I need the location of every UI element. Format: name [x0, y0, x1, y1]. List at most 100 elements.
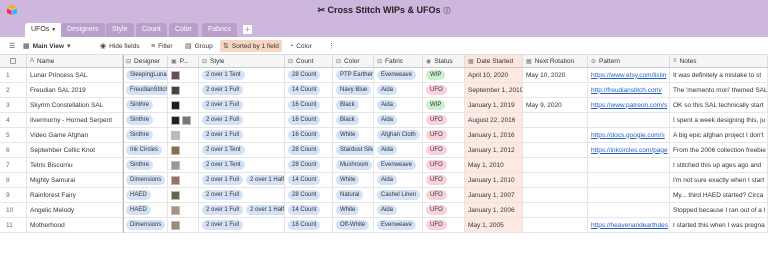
cell-styles[interactable]: 2 over 1 Full — [199, 188, 285, 202]
cell-thumbs[interactable] — [168, 128, 199, 142]
linked-record-chip[interactable]: Navy Blue — [336, 85, 372, 95]
cell-num[interactable]: 3 — [0, 98, 27, 112]
cell-status[interactable]: UFO — [423, 128, 465, 142]
cell-status[interactable]: UFO — [423, 143, 465, 157]
cell-pattern[interactable]: https://heavenandearthdes — [588, 218, 670, 232]
cell-status[interactable]: WIP — [423, 98, 465, 112]
cell-status[interactable]: UFO — [423, 203, 465, 217]
cell-notes[interactable]: I spent a week designing this, ju — [670, 113, 768, 127]
cell-fabric[interactable]: Afghan Cloth — [374, 128, 423, 142]
cell-designer[interactable]: HAED — [123, 203, 168, 217]
cell-pattern[interactable]: http://freudianstitch.com/ — [588, 83, 670, 97]
linked-record-chip[interactable]: 2 over 1 Half — [246, 205, 284, 215]
linked-record-chip[interactable]: Afghan Cloth — [377, 130, 420, 140]
pattern-thumbnail[interactable] — [171, 175, 180, 185]
cell-status[interactable]: UFO — [423, 218, 465, 232]
linked-record-chip[interactable]: Evenweave — [377, 220, 417, 230]
tab-count[interactable]: Count — [136, 23, 167, 37]
linked-record-chip[interactable]: Dimensions — [126, 175, 166, 185]
linked-record-chip[interactable]: Aida — [377, 205, 398, 215]
cell-num[interactable]: 2 — [0, 83, 27, 97]
cell-thumbs[interactable] — [168, 218, 199, 232]
cell-num[interactable]: 4 — [0, 113, 27, 127]
table-row[interactable]: 4 Ilvermorny - Horned Serpent Sinthre 2 ove… — [0, 113, 768, 128]
cell-num[interactable]: 11 — [0, 218, 27, 232]
linked-record-chip[interactable]: 28 Count — [288, 190, 321, 200]
pattern-thumbnail[interactable] — [171, 100, 180, 110]
cell-num[interactable]: 7 — [0, 158, 27, 172]
cell-fabric[interactable]: Evenweave — [374, 68, 423, 82]
linked-record-chip[interactable]: 2 over 1 Full — [202, 115, 244, 125]
cell-status[interactable]: UFO — [423, 173, 465, 187]
linked-record-chip[interactable]: 2 over 1 Full — [202, 220, 244, 230]
cell-count[interactable]: 28 Count — [285, 158, 333, 172]
cell-status[interactable]: UFO — [423, 113, 465, 127]
cell-color[interactable]: Black — [333, 98, 374, 112]
cell-styles[interactable]: 2 over 1 Tent — [199, 158, 285, 172]
pattern-thumbnail[interactable] — [171, 190, 180, 200]
linked-record-chip[interactable]: 2 over 1 Tent — [202, 160, 245, 170]
linked-record-chip[interactable]: 18 Count — [288, 220, 321, 230]
column-header-pattern-image[interactable]: ▣ P... — [168, 55, 199, 67]
cell-notes[interactable]: I stitched this up ages ago and — [670, 158, 768, 172]
cell-name[interactable]: Motherhood — [27, 218, 123, 232]
cell-color[interactable]: Stardust Silver — [333, 143, 374, 157]
table-row[interactable]: 2 Freudian SAL 2019 FreudianStitch 2 over 1… — [0, 83, 768, 98]
cell-designer[interactable]: HAED — [123, 188, 168, 202]
linked-record-chip[interactable]: Dimensions — [126, 220, 166, 230]
color-button[interactable]: ◔ Color — [286, 40, 315, 52]
cell-date[interactable]: January 1, 2019 — [465, 98, 523, 112]
cell-date[interactable]: January 1, 2012 — [465, 143, 523, 157]
cell-notes[interactable]: Stopped because I ran out of a l — [670, 203, 768, 217]
cell-fabric[interactable]: Evenweave — [374, 158, 423, 172]
pattern-link[interactable]: https://www.patreon.com/s — [591, 102, 667, 109]
column-header-date-started[interactable]: ▦ Date Started — [465, 55, 523, 67]
sidebar-toggle-icon[interactable]: ☰ — [6, 40, 21, 52]
cell-styles[interactable]: 2 over 1 Full — [199, 218, 285, 232]
table-row[interactable]: 1 Lunar Princess SAL SleepingLunaDe 2 over … — [0, 68, 768, 83]
cell-date[interactable]: August 22, 2016 — [465, 113, 523, 127]
add-table-icon[interactable]: + — [243, 25, 252, 34]
cell-name[interactable]: Mighty Samurai — [27, 173, 123, 187]
base-title[interactable]: ✂ Cross Stitch WIPs & UFOs ⓘ — [0, 5, 768, 16]
linked-record-chip[interactable]: Aida — [377, 115, 398, 125]
table-row[interactable]: 8 Mighty Samurai Dimensions 2 over 1 Full 2 … — [0, 173, 768, 188]
linked-record-chip[interactable]: Aida — [377, 145, 398, 155]
linked-record-chip[interactable]: 2 over 1 Full — [202, 100, 244, 110]
cell-designer[interactable]: FreudianStitch — [123, 83, 168, 97]
cell-pattern[interactable]: https://inkcircles.com/page — [588, 143, 670, 157]
cell-num[interactable]: 1 — [0, 68, 27, 82]
column-header-count[interactable]: ⊟ Count — [285, 55, 333, 67]
linked-record-chip[interactable]: Evenweave — [377, 160, 417, 170]
cell-name[interactable]: Ilvermorny - Horned Serpent — [27, 113, 123, 127]
cell-date[interactable]: April 10, 2020 — [465, 68, 523, 82]
cell-notes[interactable]: I started this when I was pregna — [670, 218, 768, 232]
tab-fabrics[interactable]: Fabrics — [202, 23, 237, 37]
cell-fabric[interactable]: Aida — [374, 83, 423, 97]
linked-record-chip[interactable]: Mushroom — [336, 160, 373, 170]
linked-record-chip[interactable]: Sinthre — [126, 100, 154, 110]
cell-designer[interactable]: Dimensions — [123, 218, 168, 232]
cell-designer[interactable]: Sinthre — [123, 128, 168, 142]
pattern-thumbnail[interactable] — [171, 220, 180, 230]
cell-date[interactable]: May 1, 2010 — [465, 158, 523, 172]
cell-notes[interactable]: OK so this SAL technically start — [670, 98, 768, 112]
cell-next[interactable] — [523, 128, 588, 142]
pattern-thumbnail[interactable] — [171, 130, 180, 140]
cell-num[interactable]: 9 — [0, 188, 27, 202]
cell-status[interactable]: UFO — [423, 158, 465, 172]
cell-pattern[interactable]: https://www.etsy.com/listin — [588, 68, 670, 82]
cell-designer[interactable]: Dimensions — [123, 173, 168, 187]
linked-record-chip[interactable]: Black — [336, 115, 359, 125]
cell-name[interactable]: Tetris Biscornu — [27, 158, 123, 172]
pattern-thumbnail[interactable] — [171, 205, 180, 215]
cell-status[interactable]: WIP — [423, 68, 465, 82]
cell-thumbs[interactable] — [168, 68, 199, 82]
cell-thumbs[interactable] — [168, 188, 199, 202]
linked-record-chip[interactable]: Evenweave — [377, 70, 417, 80]
cell-color[interactable]: PTP Earthen — [333, 68, 374, 82]
linked-record-chip[interactable]: Aida — [377, 100, 398, 110]
cell-pattern[interactable] — [588, 203, 670, 217]
cell-date[interactable]: January 1, 2010 — [465, 173, 523, 187]
cell-fabric[interactable]: Cashel Linen — [374, 188, 423, 202]
